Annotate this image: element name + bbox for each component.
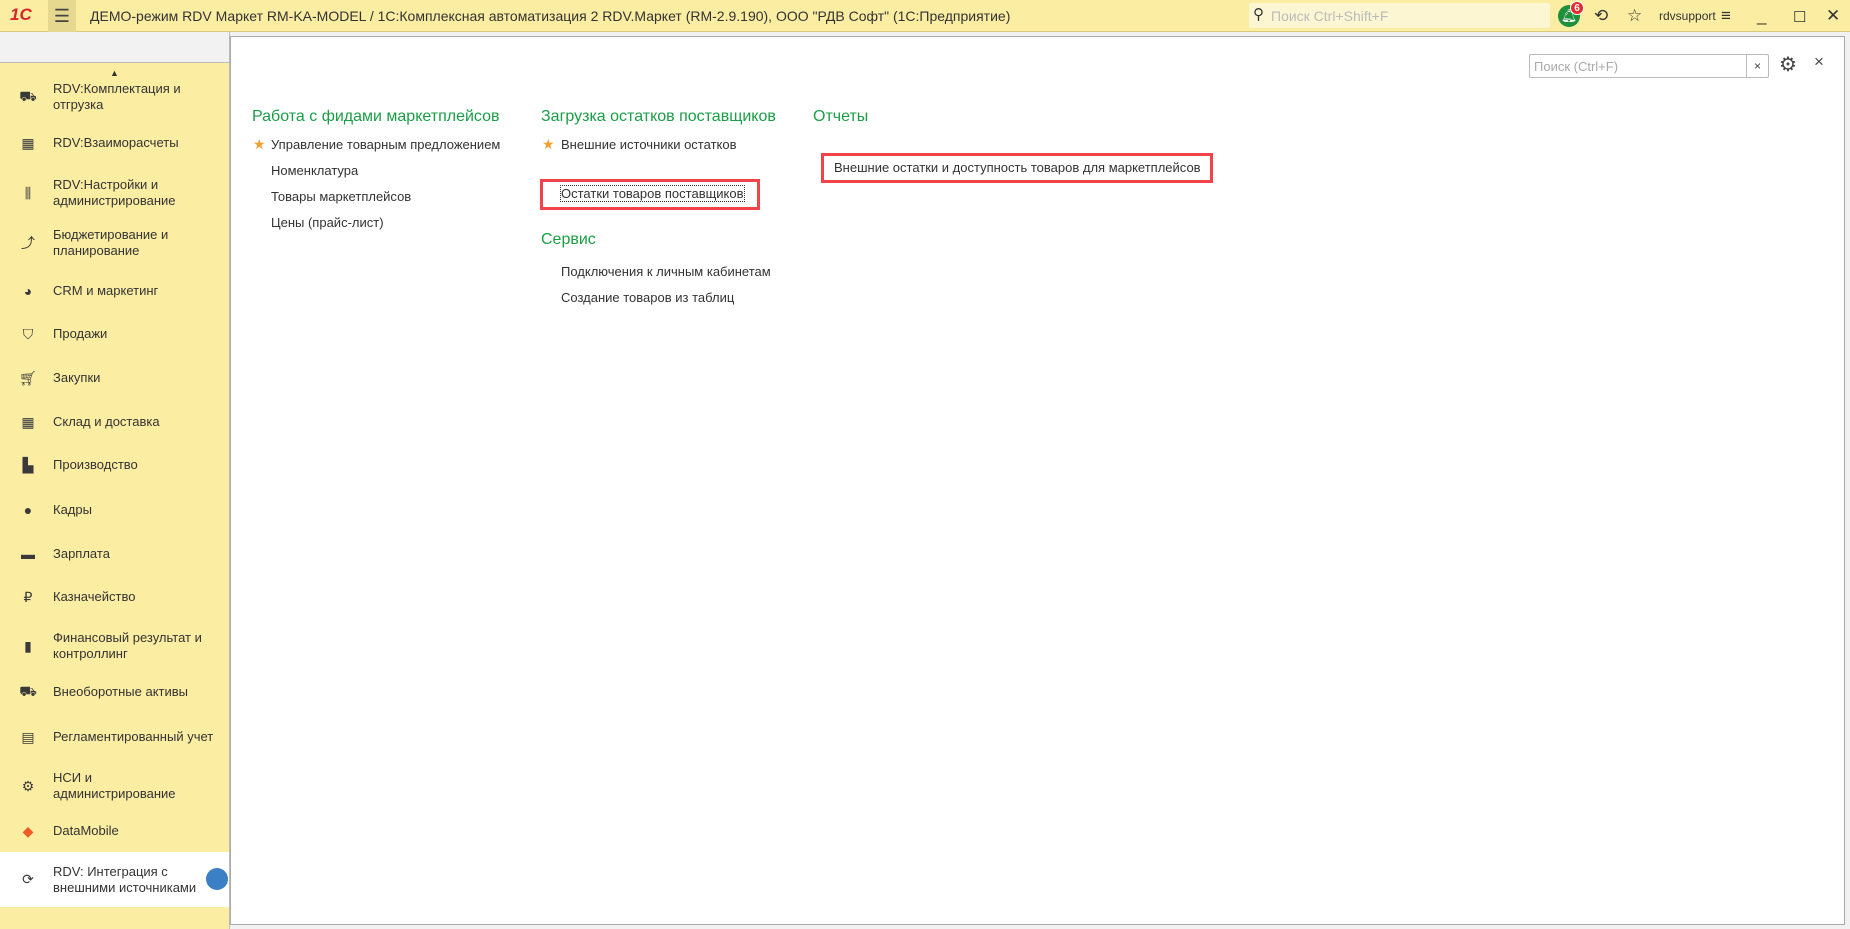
sidebar-item[interactable]: ⛟ Внеоборотные активы: [0, 670, 229, 714]
section-panel: Поиск (Ctrl+F) × ⚙ × Работа с фидами мар…: [230, 36, 1845, 925]
1c-logo[interactable]: 1С: [10, 5, 32, 25]
sidebar-item-label: Финансовый результат и контроллинг: [53, 630, 202, 661]
close-window-button[interactable]: ✕: [1826, 6, 1840, 26]
link-marketplace-goods[interactable]: Товары маркетплейсов: [271, 189, 411, 204]
link-supplier-stock[interactable]: Остатки товаров поставщиков: [560, 185, 745, 202]
sections-sidebar: ▲ ⛟ RDV:Комплектация и отгрузка ▦ RDV:Взаим…: [0, 32, 230, 929]
heading-feeds: Работа с фидами маркетплейсов: [252, 108, 500, 125]
sliders-icon: ⫼: [24, 184, 32, 201]
user-name[interactable]: rdvsupport: [1659, 9, 1716, 23]
heading-supplier-stock: Загрузка остатков поставщиков: [541, 108, 776, 125]
gear-icon[interactable]: ⚙: [1779, 52, 1797, 77]
sidebar-item[interactable]: ⚙ НСИ и администрирование: [0, 764, 229, 808]
sidebar-item[interactable]: ₽ Казначейство: [0, 575, 229, 619]
link-create-goods-from-tables[interactable]: Создание товаров из таблиц: [561, 290, 734, 305]
sidebar-item-label: RDV:Комплектация и отгрузка: [53, 81, 181, 112]
link-prices[interactable]: Цены (прайс-лист): [271, 215, 384, 230]
bar-chart-icon: ▮: [24, 637, 32, 654]
sidebar-item-label: Зарплата: [53, 546, 110, 561]
clear-search-button[interactable]: ×: [1746, 55, 1768, 77]
search-placeholder: Поиск Ctrl+Shift+F: [1271, 8, 1389, 24]
title-bar: 1С ☰ ДЕМО-режим RDV Маркет RM-KA-MODEL /…: [0, 0, 1850, 32]
sidebar-item-label: Кадры: [53, 502, 92, 517]
sidebar-item-label: RDV: Интеграция с внешними источниками: [53, 863, 197, 895]
sidebar-item[interactable]: ▬ Зарплата: [0, 532, 229, 576]
sidebar-item[interactable]: 🛒︎ Закупки: [0, 356, 229, 400]
sidebar-item[interactable]: ⛉ Продажи: [0, 312, 229, 356]
budget-chart-icon: ⤴: [21, 235, 35, 251]
sidebar-item[interactable]: ▤ Регламентированный учет: [0, 715, 229, 759]
search-placeholder: Поиск (Ctrl+F): [1534, 59, 1619, 74]
bag-icon: ⛉: [22, 325, 34, 342]
link-nomenclature[interactable]: Номенклатура: [271, 163, 358, 178]
global-search-input[interactable]: ⚲ Поиск Ctrl+Shift+F: [1249, 3, 1550, 28]
sidebar-item-label: Производство: [53, 457, 138, 472]
sidebar-item-label: Продажи: [53, 326, 108, 341]
datamobile-icon: ◆: [22, 822, 34, 839]
minimize-button[interactable]: _: [1757, 6, 1766, 26]
sidebar-item-label: CRM и маркетинг: [53, 283, 159, 298]
panel-search-input[interactable]: Поиск (Ctrl+F) ×: [1529, 54, 1769, 78]
link-external-stock-sources[interactable]: Внешние источники остатков: [561, 137, 737, 152]
history-icon[interactable]: ⟲: [1594, 6, 1608, 26]
sidebar-item[interactable]: ⤴ Бюджетирование и планирование: [0, 221, 229, 265]
sidebar-item-label: Казначейство: [53, 589, 136, 604]
link-offer-management[interactable]: Управление товарным предложением: [271, 137, 500, 152]
sidebar-item-label: Склад и доставка: [53, 414, 160, 429]
ruble-icon: ₽: [23, 588, 33, 605]
sidebar-item-label: Внеоборотные активы: [53, 684, 189, 699]
cart-dolly-icon: ⛟: [19, 87, 37, 104]
sidebar-item-label: Закупки: [53, 370, 101, 385]
sidebar-item[interactable]: ⫼ RDV:Настройки и администрирование: [0, 171, 229, 215]
sync-icon: ⟳: [22, 871, 34, 887]
sidebar-item-label: НСИ и администрирование: [53, 770, 176, 801]
selection-indicator-icon: [206, 868, 228, 890]
sidebar-item[interactable]: ⟳ RDV: Интеграция с внешними источниками: [0, 852, 229, 907]
favorite-star-icon[interactable]: ★: [542, 136, 555, 153]
app-title: ДЕМО-режим RDV Маркет RM-KA-MODEL / 1С:К…: [90, 8, 1011, 24]
favorites-star-icon[interactable]: ☆: [1627, 6, 1642, 26]
warehouse-icon: ▦: [21, 413, 35, 430]
settings-menu-icon[interactable]: ≡: [1721, 6, 1731, 26]
sidebar-item[interactable]: ▮ Финансовый результат и контроллинг: [0, 624, 229, 668]
sidebar-item[interactable]: ◕ CRM и маркетинг: [0, 269, 229, 313]
sidebar-item-label: RDV:Взаиморасчеты: [53, 135, 179, 150]
register-icon: ▤: [21, 728, 35, 745]
heading-service: Сервис: [541, 231, 596, 248]
maximize-button[interactable]: ☐: [1793, 8, 1806, 26]
main-menu-button[interactable]: ☰: [48, 0, 76, 32]
sidebar-top-area: [0, 32, 229, 63]
search-icon: ⚲: [1253, 6, 1264, 23]
link-external-stock-report[interactable]: Внешние остатки и доступность товаров дл…: [834, 160, 1201, 175]
cart-icon: 🛒︎: [19, 369, 37, 386]
sidebar-item-label: Регламентированный учет: [53, 729, 214, 744]
sidebar-item-label: RDV:Настройки и администрирование: [53, 177, 176, 208]
sidebar-item[interactable]: ▙ Производство: [0, 443, 229, 487]
person-icon: ●: [23, 502, 33, 518]
sidebar-item[interactable]: ▦ Склад и доставка: [0, 400, 229, 444]
link-account-connections[interactable]: Подключения к личным кабинетам: [561, 264, 771, 279]
close-icon[interactable]: ×: [1814, 52, 1824, 72]
factory-icon: ▙: [22, 456, 34, 473]
heading-reports: Отчеты: [813, 108, 869, 125]
notifications-count-badge: 6: [1570, 1, 1584, 15]
favorite-star-icon[interactable]: ★: [253, 136, 266, 153]
sidebar-item[interactable]: ⛟ RDV:Комплектация и отгрузка: [0, 75, 229, 119]
truck-icon: ⛟: [19, 682, 37, 699]
sidebar-item-label: Бюджетирование и планирование: [53, 227, 169, 258]
calculator-icon: ▦: [21, 134, 35, 151]
sidebar-item[interactable]: ▦ RDV:Взаиморасчеты: [0, 121, 229, 165]
card-icon: ▬: [21, 546, 35, 562]
sidebar-item-label: DataMobile: [53, 823, 119, 838]
gear-icon: ⚙: [21, 777, 35, 794]
sidebar-item[interactable]: ◆ DataMobile: [0, 809, 229, 853]
pie-icon: ◕: [23, 283, 33, 299]
sidebar-item[interactable]: ● Кадры: [0, 488, 229, 532]
